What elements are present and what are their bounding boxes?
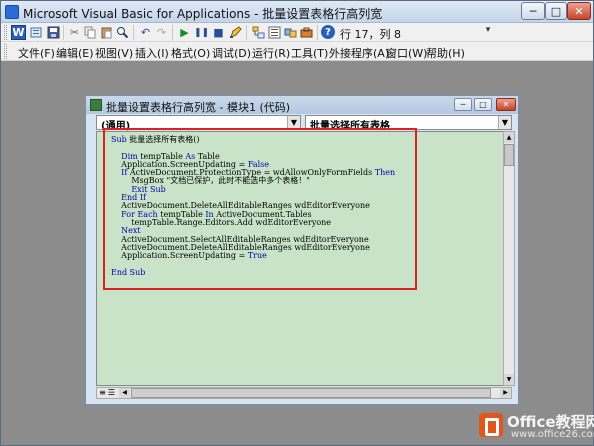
menu-run[interactable]: 运行(R) — [252, 45, 290, 61]
menu-tools[interactable]: 工具(T) — [291, 45, 328, 61]
toolbar-separator — [172, 25, 173, 40]
toolbar-grip[interactable] — [4, 25, 7, 40]
paste-icon[interactable] — [99, 25, 114, 40]
toolbar-overflow-chevron-icon[interactable]: ▾ — [483, 25, 493, 40]
scroll-left-arrow-icon[interactable]: ◀ — [119, 388, 130, 398]
code-window-close-button[interactable]: ✕ — [496, 98, 516, 111]
close-button[interactable]: ✕ — [567, 2, 591, 20]
toolbox-icon[interactable] — [299, 25, 314, 40]
find-icon[interactable] — [115, 25, 130, 40]
menu-addins[interactable]: 外接程序(A) — [329, 45, 389, 61]
cursor-position-readout: 行 17，列 8 — [340, 28, 401, 41]
properties-icon[interactable] — [267, 25, 282, 40]
menu-insert[interactable]: 插入(I) — [135, 45, 169, 61]
code-window-title: 批量设置表格行高列宽 - 模块1 (代码) — [106, 101, 291, 114]
break-icon[interactable]: ❚❚ — [194, 25, 209, 40]
reset-icon[interactable]: ■ — [211, 25, 226, 40]
vertical-scroll-thumb[interactable] — [504, 144, 514, 166]
menu-grip[interactable] — [4, 44, 7, 59]
code-window-restore-button[interactable]: □ — [474, 98, 492, 111]
code-window: 批量设置表格行高列宽 - 模块1 (代码) ─ □ ✕ (通用) ▼ 批量选择所… — [85, 95, 519, 405]
object-browser-icon[interactable] — [283, 25, 298, 40]
menu-file[interactable]: 文件(F) — [18, 45, 55, 61]
design-mode-icon[interactable] — [228, 25, 243, 40]
title-bar: Microsoft Visual Basic for Applications … — [1, 1, 593, 23]
insert-module-icon[interactable] — [29, 25, 44, 40]
standard-toolbar: W ✂ ↶ ↷ ▶ ❚❚ ■ ? 行 17，列 8 ▾ — [1, 23, 593, 42]
horizontal-scrollbar[interactable]: ≡ ☰ ◀ ▶ — [96, 387, 512, 399]
menu-help[interactable]: 帮助(H) — [426, 45, 465, 61]
vba-editor-window: Microsoft Visual Basic for Applications … — [0, 0, 594, 446]
toolbar-separator — [63, 25, 64, 40]
full-module-view-icon[interactable]: ☰ — [107, 388, 116, 398]
watermark-url: www.office26.com — [511, 429, 594, 440]
scroll-right-arrow-icon[interactable]: ▶ — [500, 388, 511, 398]
code-highlight-frame — [103, 128, 417, 290]
menu-edit[interactable]: 编辑(E) — [56, 45, 94, 61]
procedure-view-icon[interactable]: ≡ — [98, 388, 107, 398]
menu-window[interactable]: 窗口(W) — [386, 45, 427, 61]
vertical-scrollbar[interactable]: ▲ ▼ — [503, 131, 515, 386]
cut-icon[interactable]: ✂ — [67, 25, 82, 40]
horizontal-scroll-thumb[interactable] — [131, 388, 491, 398]
code-window-title-bar[interactable]: 批量设置表格行高列宽 - 模块1 (代码) ─ □ ✕ — [86, 96, 518, 114]
scroll-down-arrow-icon[interactable]: ▼ — [504, 374, 514, 385]
project-explorer-icon[interactable] — [251, 25, 266, 40]
save-icon[interactable] — [46, 25, 61, 40]
minimize-button[interactable]: ─ — [521, 2, 545, 20]
office-logo-icon — [479, 413, 503, 437]
toolbar-separator — [133, 25, 134, 40]
scroll-up-arrow-icon[interactable]: ▲ — [504, 132, 514, 143]
module-icon — [90, 99, 102, 111]
word-icon[interactable]: W — [11, 25, 26, 40]
vba-app-icon — [5, 5, 19, 19]
window-title: Microsoft Visual Basic for Applications … — [23, 7, 383, 21]
menu-format[interactable]: 格式(O) — [171, 45, 210, 61]
copy-icon[interactable] — [83, 25, 98, 40]
code-window-minimize-button[interactable]: ─ — [454, 98, 472, 111]
menu-bar: 文件(F) 编辑(E) 视图(V) 插入(I) 格式(O) 调试(D) 运行(R… — [1, 42, 593, 61]
help-icon[interactable]: ? — [321, 25, 335, 39]
menu-view[interactable]: 视图(V) — [95, 45, 133, 61]
menu-debug[interactable]: 调试(D) — [212, 45, 251, 61]
toolbar-separator — [246, 25, 247, 40]
maximize-button[interactable]: □ — [545, 2, 567, 20]
undo-icon[interactable]: ↶ — [138, 25, 153, 40]
run-icon[interactable]: ▶ — [177, 25, 192, 40]
redo-icon[interactable]: ↷ — [154, 25, 169, 40]
toolbar-separator — [317, 25, 318, 40]
chevron-down-icon[interactable]: ▼ — [498, 116, 511, 129]
